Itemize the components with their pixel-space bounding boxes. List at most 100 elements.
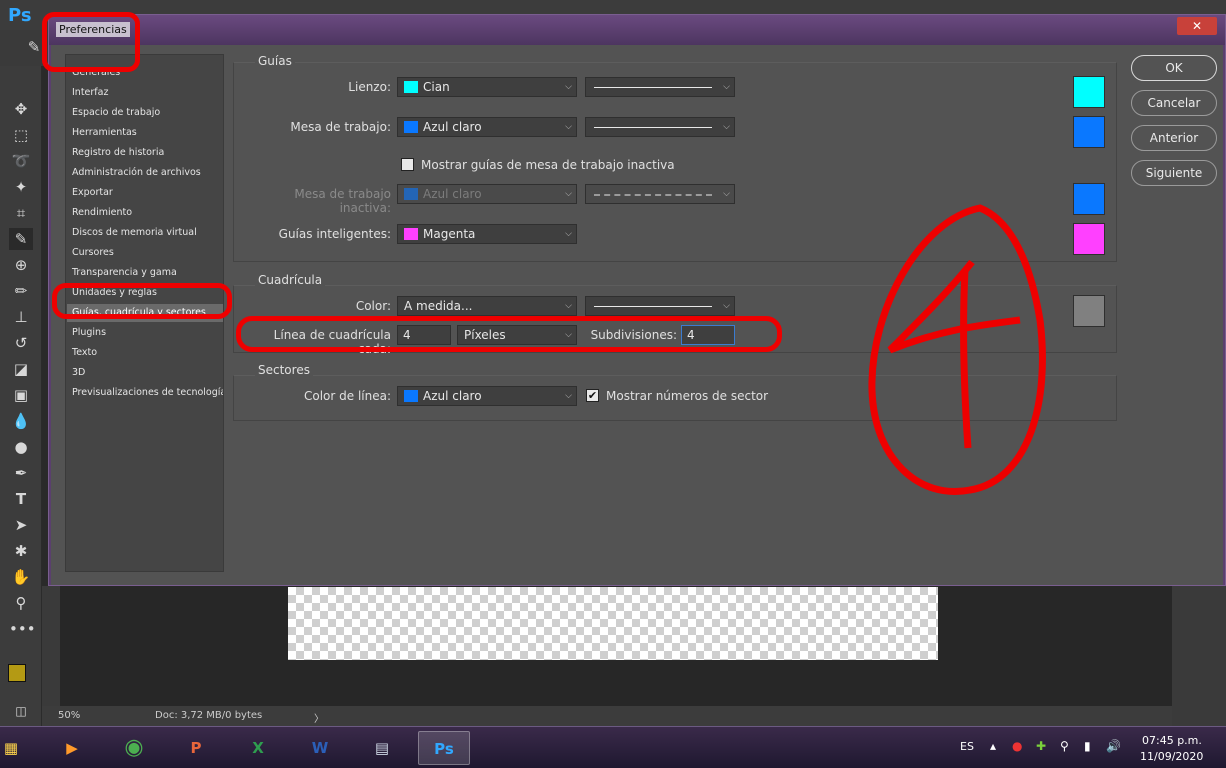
inteligentes-color-select[interactable]: Magenta ⌵	[397, 224, 577, 244]
crop-tool-icon[interactable]: ⌗	[9, 202, 33, 224]
path-selection-tool-icon[interactable]: ➤	[9, 514, 33, 536]
annotation-sidebar-highlight	[52, 283, 232, 319]
sidebar-item-texto[interactable]: Texto	[67, 344, 223, 362]
gradient-tool-icon[interactable]: ▣	[9, 384, 33, 406]
calculator-icon[interactable]: ▤	[356, 731, 408, 765]
marquee-tool-icon[interactable]: ⬚	[9, 124, 33, 146]
sidebar-item-exportar[interactable]: Exportar	[67, 184, 223, 202]
lienzo-color-swatch[interactable]	[1073, 76, 1105, 108]
sidebar-item-3d[interactable]: 3D	[67, 364, 223, 382]
chevron-down-icon: ⌵	[723, 301, 730, 311]
zoom-tool-icon[interactable]: ⚲	[9, 592, 33, 614]
eyedropper-tool-icon[interactable]: ✎	[9, 228, 33, 250]
solid-line-preview	[594, 306, 712, 307]
media-player-icon[interactable]: ▶	[46, 731, 98, 765]
sidebar-item-transparencia[interactable]: Transparencia y gama	[67, 264, 223, 282]
lienzo-label: Lienzo:	[348, 80, 391, 94]
zoom-level[interactable]: 50%	[58, 710, 80, 721]
magic-wand-tool-icon[interactable]: ✦	[9, 176, 33, 198]
eraser-tool-icon[interactable]: ◪	[9, 358, 33, 380]
next-button[interactable]: Siguiente	[1131, 160, 1217, 186]
grid-color-select[interactable]: A medida... ⌵	[397, 296, 577, 316]
slice-line-color-chip	[404, 390, 418, 402]
history-brush-tool-icon[interactable]: ↺	[9, 332, 33, 354]
chevron-down-icon: ⌵	[723, 189, 730, 199]
chevron-down-icon: ⌵	[565, 189, 572, 199]
grid-color-value: A medida...	[404, 299, 473, 313]
previous-button[interactable]: Anterior	[1131, 125, 1217, 151]
pen-tool-icon[interactable]: ✒	[9, 462, 33, 484]
photoshop-taskbar-icon[interactable]: Ps	[418, 731, 470, 765]
type-tool-icon[interactable]: T	[9, 488, 33, 510]
chevron-down-icon: ⌵	[723, 122, 730, 132]
inteligentes-color-swatch[interactable]	[1073, 223, 1105, 255]
doc-size: Doc: 3,72 MB/0 bytes	[155, 710, 263, 721]
show-hidden-icons-icon[interactable]: ▴	[990, 739, 996, 753]
volume-icon[interactable]: 🔊	[1106, 739, 1121, 753]
grid-section-title: Cuadrícula	[255, 273, 326, 287]
show-slice-numbers-checkbox[interactable]: ✔	[586, 389, 599, 402]
excel-icon[interactable]: X	[232, 731, 284, 765]
clock-date[interactable]: 11/09/2020	[1140, 750, 1203, 763]
guides-section-title: Guías	[255, 54, 295, 68]
lasso-tool-icon[interactable]: ➰	[9, 150, 33, 172]
grid-style-select[interactable]: ⌵	[585, 296, 735, 316]
sidebar-item-administracion-archivos[interactable]: Administración de archivos	[67, 164, 223, 182]
stamp-tool-icon[interactable]: ⊥	[9, 306, 33, 328]
sidebar-item-espacio-de-trabajo[interactable]: Espacio de trabajo	[67, 104, 223, 122]
show-slice-numbers-label: Mostrar números de sector	[606, 389, 769, 403]
mesa-inactiva-color-value: Azul claro	[423, 187, 482, 201]
update-icon[interactable]: ✚	[1036, 739, 1046, 753]
foreground-color-swatch[interactable]	[8, 664, 26, 682]
healing-tool-icon[interactable]: ⊕	[9, 254, 33, 276]
status-arrow-icon[interactable]: 〉	[314, 710, 324, 725]
lienzo-style-select[interactable]: ⌵	[585, 77, 735, 97]
chrome-icon[interactable]: ◉	[108, 731, 160, 765]
usb-icon[interactable]: ⚲	[1060, 739, 1069, 753]
grid-color-label: Color:	[355, 299, 391, 313]
sidebar-item-previsualizaciones[interactable]: Previsualizaciones de tecnología	[67, 384, 223, 402]
brush-tool-icon[interactable]: ✏	[9, 280, 33, 302]
windows-taskbar: ▦ ▶ ◉ P X W ▤ Ps ES ▴ ● ✚ ⚲ ▮ 🔊 07:45 p.…	[0, 726, 1226, 768]
chevron-down-icon: ⌵	[565, 82, 572, 92]
mesa-inactiva-color-swatch[interactable]	[1073, 183, 1105, 215]
mesa-inactiva-label: Mesa de trabajo inactiva:	[294, 187, 391, 215]
language-indicator[interactable]: ES	[960, 740, 974, 753]
network-icon[interactable]: ▮	[1084, 739, 1091, 753]
grid-color-swatch[interactable]	[1073, 295, 1105, 327]
sidebar-item-plugins[interactable]: Plugins	[67, 324, 223, 342]
mesa-label: Mesa de trabajo:	[290, 120, 391, 134]
sidebar-item-herramientas[interactable]: Herramientas	[67, 124, 223, 142]
hand-tool-icon[interactable]: ✋	[9, 566, 33, 588]
shape-tool-icon[interactable]: ✱	[9, 540, 33, 562]
lienzo-color-select[interactable]: Cian ⌵	[397, 77, 577, 97]
dodge-tool-icon[interactable]: ●	[9, 436, 33, 458]
sidebar-item-interfaz[interactable]: Interfaz	[67, 84, 223, 102]
blur-tool-icon[interactable]: 💧	[9, 410, 33, 432]
mesa-color-swatch[interactable]	[1073, 116, 1105, 148]
sidebar-item-registro-historia[interactable]: Registro de historia	[67, 144, 223, 162]
sidebar-item-cursores[interactable]: Cursores	[67, 244, 223, 262]
ok-button[interactable]: OK	[1131, 55, 1217, 81]
mesa-style-select[interactable]: ⌵	[585, 117, 735, 137]
clock-time[interactable]: 07:45 p.m.	[1142, 734, 1202, 747]
chevron-down-icon: ⌵	[565, 391, 572, 401]
solid-line-preview	[594, 87, 712, 88]
move-tool-icon[interactable]: ✥	[9, 98, 33, 120]
more-tools-icon[interactable]: •••	[9, 618, 36, 640]
close-button[interactable]: ✕	[1177, 17, 1217, 35]
sidebar-item-discos-memoria[interactable]: Discos de memoria virtual	[67, 224, 223, 242]
slice-line-color-select[interactable]: Azul claro ⌵	[397, 386, 577, 406]
quick-mask-icon[interactable]: ◫	[9, 700, 33, 722]
word-icon[interactable]: W	[294, 731, 346, 765]
file-explorer-icon[interactable]: ▦	[0, 731, 28, 765]
document-canvas[interactable]	[288, 587, 938, 660]
show-inactive-guides-checkbox[interactable]	[401, 158, 414, 171]
cancel-button[interactable]: Cancelar	[1131, 90, 1217, 116]
mesa-color-select[interactable]: Azul claro ⌵	[397, 117, 577, 137]
sidebar-item-rendimiento[interactable]: Rendimiento	[67, 204, 223, 222]
powerpoint-icon[interactable]: P	[170, 731, 222, 765]
antivirus-icon[interactable]: ●	[1012, 739, 1022, 753]
annotation-number-four	[868, 204, 1046, 495]
chevron-down-icon: ⌵	[565, 122, 572, 132]
